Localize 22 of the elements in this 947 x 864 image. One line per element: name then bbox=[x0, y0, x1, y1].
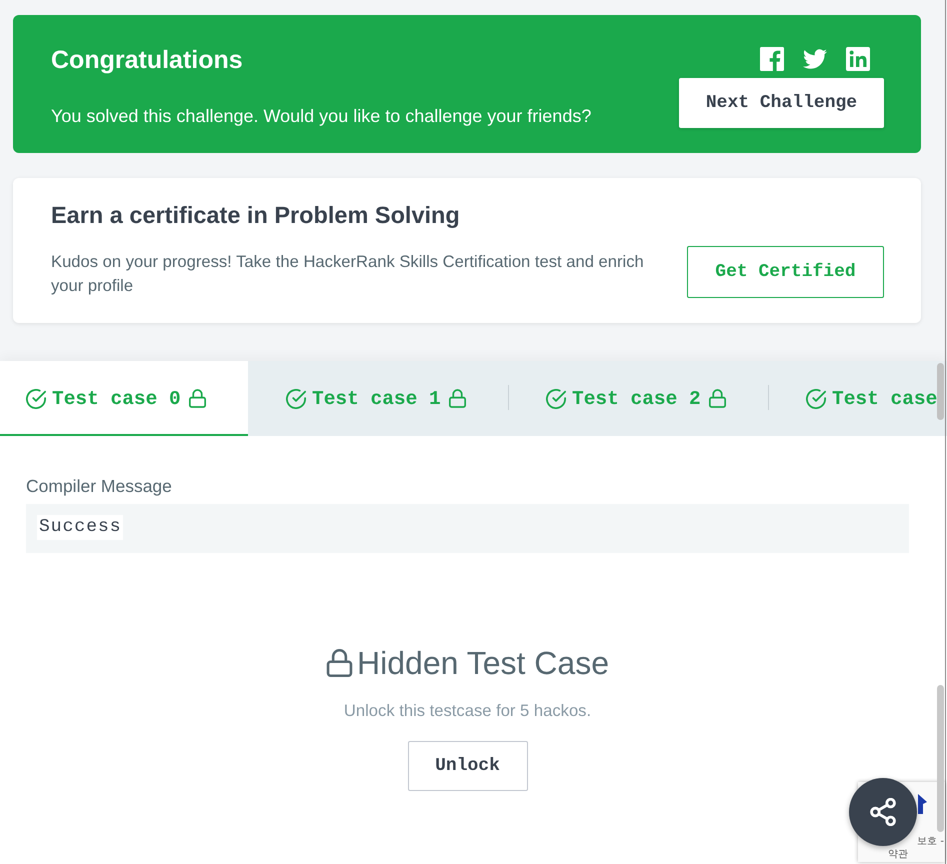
lock-icon bbox=[326, 649, 353, 677]
scrollbar-thumb[interactable] bbox=[937, 685, 944, 832]
share-icon bbox=[869, 798, 897, 826]
compiler-output-text: Success bbox=[37, 515, 123, 540]
unlock-message: Unlock this testcase for 5 hackos. bbox=[342, 700, 592, 722]
facebook-icon[interactable] bbox=[760, 47, 784, 71]
terms-link[interactable]: 약관 bbox=[888, 849, 908, 861]
hidden-test-case-title: Hidden Test Case bbox=[357, 644, 609, 683]
twitter-icon[interactable] bbox=[803, 47, 827, 71]
test-case-tab[interactable]: Test case 0 bbox=[0, 361, 248, 436]
test-case-tab[interactable]: Test case 1 bbox=[248, 361, 508, 436]
get-certified-button[interactable]: Get Certified bbox=[687, 246, 884, 298]
unlock-button[interactable]: Unlock bbox=[408, 741, 528, 791]
next-challenge-button[interactable]: Next Challenge bbox=[679, 78, 884, 128]
banner-message: You solved this challenge. Would you like to challenge your friends? bbox=[51, 105, 592, 127]
banner-title: Congratulations bbox=[51, 45, 244, 75]
linkedin-icon[interactable] bbox=[846, 47, 870, 71]
privacy-link[interactable]: 보호 - bbox=[917, 836, 944, 848]
scrollbar-thumb[interactable] bbox=[937, 363, 944, 420]
certificate-title: Earn a certificate in Problem Solving bbox=[51, 201, 461, 229]
certificate-description: Kudos on your progress! Take the HackerRank Skills Certification test and enrich your profile bbox=[51, 251, 645, 297]
compiler-message-label: Compiler Message bbox=[26, 475, 173, 497]
